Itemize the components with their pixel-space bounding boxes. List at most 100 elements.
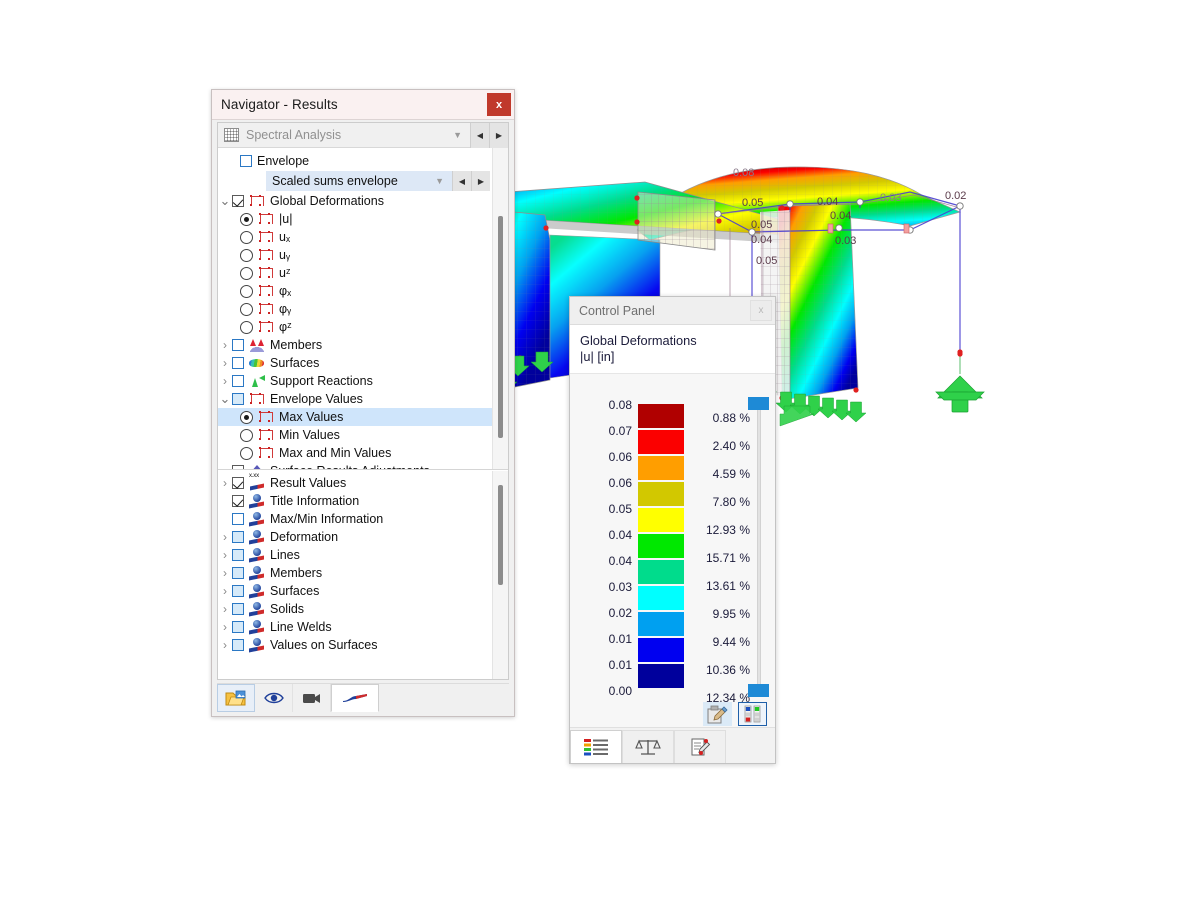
tree-checkbox[interactable]	[232, 531, 244, 543]
tree-row-u[interactable]: uₓ	[218, 228, 508, 246]
tree-checkbox[interactable]	[232, 195, 244, 207]
chevron-right-icon[interactable]	[218, 356, 232, 370]
chevron-down-icon[interactable]: ▼	[453, 130, 462, 140]
tree-row-[interactable]: φₓ	[218, 282, 508, 300]
legend-color-band[interactable]	[638, 612, 684, 638]
tree-row-values-on-surfaces[interactable]: Values on Surfaces	[218, 636, 508, 654]
tree-checkbox[interactable]	[232, 621, 244, 633]
tab-color-scale[interactable]	[570, 730, 622, 763]
chevron-right-icon[interactable]	[218, 476, 232, 490]
close-icon[interactable]: x	[750, 300, 772, 321]
tree-row-deformation[interactable]: Deformation	[218, 528, 508, 546]
tree-row-envelope[interactable]: Envelope	[218, 152, 508, 170]
tree-radio[interactable]	[240, 302, 253, 316]
control-panel-actions[interactable]	[570, 701, 775, 727]
legend-color-band[interactable]	[638, 508, 684, 534]
legend-range-slider[interactable]	[748, 395, 770, 699]
envelope-next-button[interactable]: ▶	[471, 171, 490, 191]
chevron-down-icon[interactable]	[218, 395, 232, 403]
navigator-results-window[interactable]: Navigator - Results x Spectral Analysis …	[211, 89, 515, 717]
legend-color-band[interactable]	[638, 664, 684, 690]
tree-radio[interactable]	[240, 212, 253, 226]
tree-bottom-scrollbar[interactable]	[492, 471, 508, 679]
tree-checkbox[interactable]	[232, 603, 244, 615]
tree-checkbox[interactable]	[232, 549, 244, 561]
tree-radio[interactable]	[240, 266, 253, 280]
results-tree-bottom[interactable]: Result Values Title Information Max/Min In…	[218, 471, 508, 679]
chevron-down-icon[interactable]: ▼	[435, 176, 444, 186]
envelope-prev-button[interactable]: ◀	[452, 171, 471, 191]
tree-row-envelope-values[interactable]: Envelope Values	[218, 390, 508, 408]
legend-color-band[interactable]	[638, 638, 684, 664]
chevron-right-icon[interactable]	[218, 548, 232, 562]
tree-radio[interactable]	[240, 230, 253, 244]
chevron-right-icon[interactable]	[218, 464, 232, 469]
legend-slider-thumb-bottom[interactable]	[748, 684, 769, 697]
tree-checkbox[interactable]	[232, 339, 244, 351]
tree-checkbox[interactable]	[232, 495, 244, 507]
tree-row-surfaces[interactable]: Surfaces	[218, 582, 508, 600]
tree-row-solids[interactable]: Solids	[218, 600, 508, 618]
results-tree-top[interactable]: Envelope Scaled sums envelope ▼ ◀ ▶ Glob…	[218, 148, 508, 470]
tree-checkbox[interactable]	[232, 585, 244, 597]
tree-checkbox[interactable]	[232, 477, 244, 489]
control-panel-tabs[interactable]	[570, 727, 775, 763]
tree-top-scrollbar[interactable]	[492, 148, 508, 469]
tree-row-members[interactable]: Members	[218, 564, 508, 582]
envelope-checkbox[interactable]	[240, 155, 252, 167]
tree-row-support-reactions[interactable]: Support Reactions	[218, 372, 508, 390]
tab-factors[interactable]	[622, 730, 674, 763]
legend-color-band[interactable]	[638, 430, 684, 456]
tree-radio[interactable]	[240, 248, 253, 262]
tree-checkbox[interactable]	[232, 639, 244, 651]
load-case-selector[interactable]: Spectral Analysis ▼ ◀ ▶	[218, 122, 508, 148]
color-scale-settings-icon[interactable]	[738, 702, 767, 726]
case-prev-button[interactable]: ◀	[470, 122, 489, 148]
tree-row-title-information[interactable]: Title Information	[218, 492, 508, 510]
control-panel-titlebar[interactable]: Control Panel x	[570, 297, 775, 325]
close-icon[interactable]: x	[487, 93, 511, 116]
legend-color-band[interactable]	[638, 404, 684, 430]
chevron-right-icon[interactable]	[218, 374, 232, 388]
tree-checkbox[interactable]	[232, 393, 244, 405]
tree-row-min-values[interactable]: Min Values	[218, 426, 508, 444]
navigator-toolbar[interactable]	[217, 683, 509, 712]
color-palette-edit-icon[interactable]	[703, 702, 732, 726]
chevron-right-icon[interactable]	[218, 566, 232, 580]
tree-row-global-deformations[interactable]: Global Deformations	[218, 192, 508, 210]
legend-color-band[interactable]	[638, 560, 684, 586]
tree-row-max-values[interactable]: Max Values	[218, 408, 508, 426]
tree-row-surface-results-adjustments[interactable]: Surface Results Adjustments	[218, 462, 508, 469]
legend-color-bars[interactable]	[638, 404, 684, 690]
chevron-right-icon[interactable]	[218, 584, 232, 598]
control-panel-window[interactable]: Control Panel x Global Deformations |u| …	[569, 296, 776, 764]
legend-color-band[interactable]	[638, 482, 684, 508]
tab-display-properties[interactable]	[674, 730, 726, 763]
tree-checkbox[interactable]	[232, 375, 244, 387]
video-camera-icon[interactable]	[293, 684, 331, 712]
case-next-button[interactable]: ▶	[489, 122, 508, 148]
tree-bottom-scroll-thumb[interactable]	[498, 485, 503, 585]
open-results-icon[interactable]	[217, 684, 255, 712]
tree-row-[interactable]: φᵧ	[218, 300, 508, 318]
chevron-down-icon[interactable]	[218, 197, 232, 205]
tree-top-scroll-thumb[interactable]	[498, 216, 503, 438]
tree-row-u[interactable]: |u|	[218, 210, 508, 228]
legend-color-band[interactable]	[638, 456, 684, 482]
color-scale-legend[interactable]: 0.08 0.07 0.06 0.06 0.05 0.04 0.04 0.03 0.02 0.01…	[570, 393, 775, 705]
tree-row-lines[interactable]: Lines	[218, 546, 508, 564]
legend-color-band[interactable]	[638, 534, 684, 560]
tree-radio[interactable]	[240, 320, 253, 334]
tree-checkbox[interactable]	[232, 357, 244, 369]
tree-row-max-min-information[interactable]: Max/Min Information	[218, 510, 508, 528]
chevron-right-icon[interactable]	[218, 530, 232, 544]
tree-row-line-welds[interactable]: Line Welds	[218, 618, 508, 636]
tree-checkbox[interactable]	[232, 465, 244, 469]
chevron-right-icon[interactable]	[218, 620, 232, 634]
chevron-right-icon[interactable]	[218, 602, 232, 616]
chevron-right-icon[interactable]	[218, 338, 232, 352]
tree-row-members[interactable]: Members	[218, 336, 508, 354]
tree-radio[interactable]	[240, 428, 253, 442]
tree-radio[interactable]	[240, 284, 253, 298]
tree-checkbox[interactable]	[232, 513, 244, 525]
